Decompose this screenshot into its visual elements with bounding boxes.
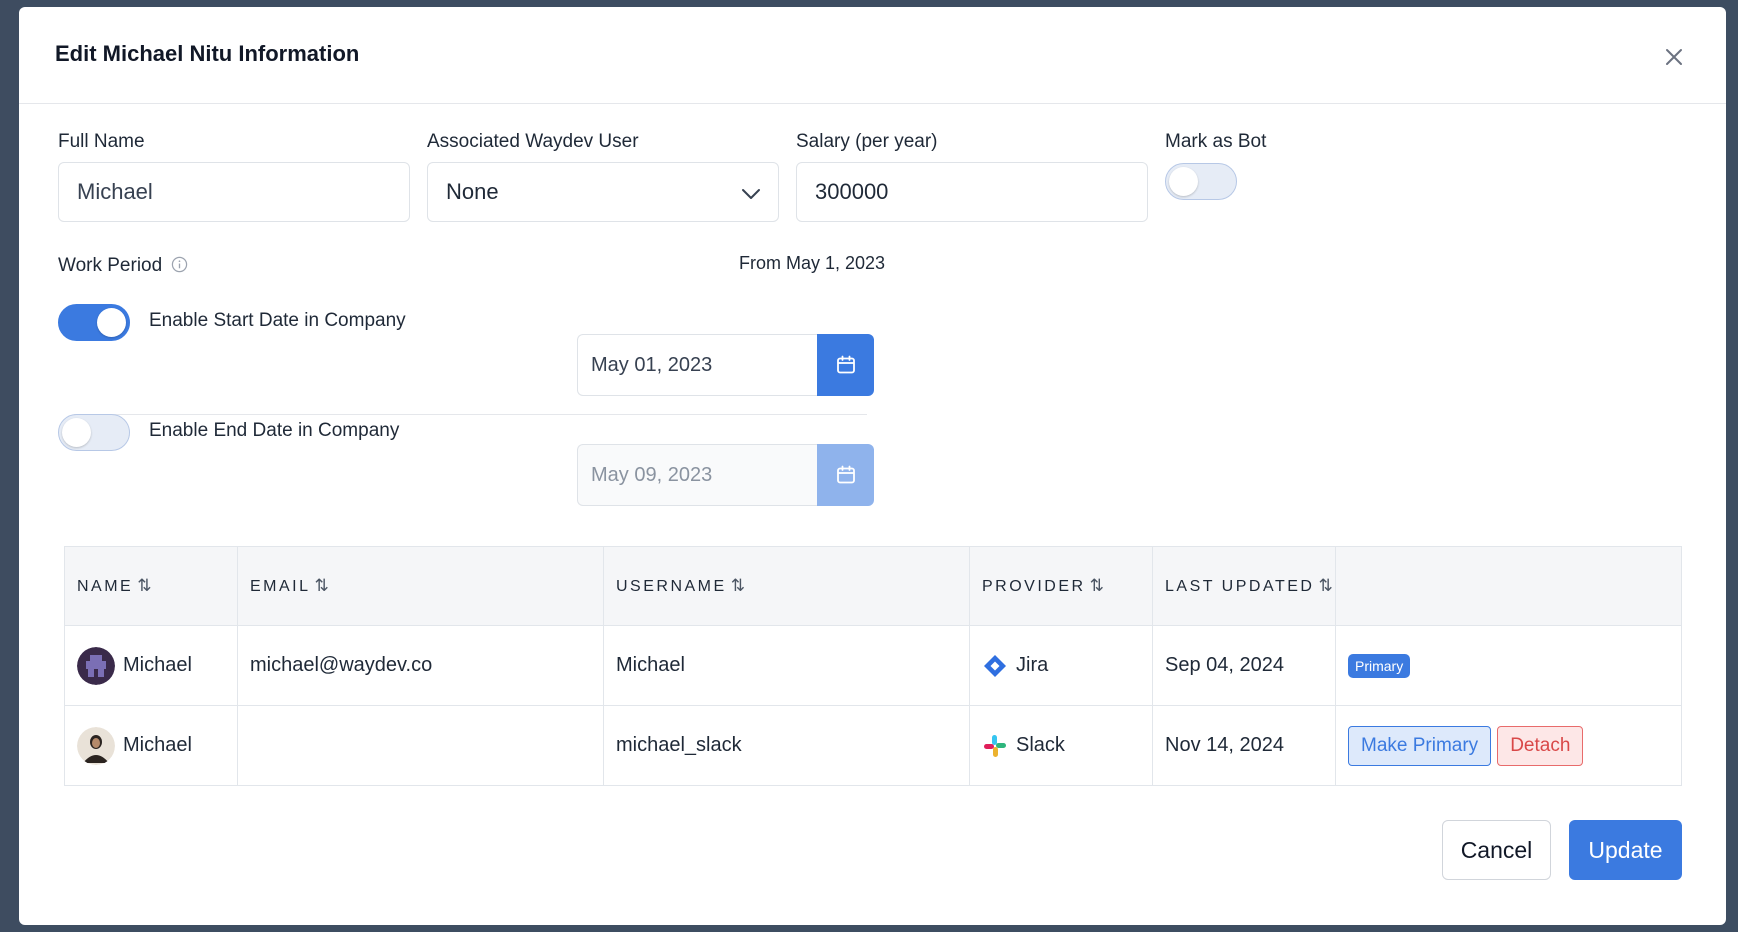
associated-user-value: None — [446, 179, 499, 204]
full-name-value: Michael — [77, 179, 153, 204]
avatar — [77, 726, 115, 765]
provider-name: Jira — [1016, 654, 1049, 676]
work-period-label: Work Period — [58, 255, 188, 277]
edit-user-modal: Edit Michael Nitu Information Full Name … — [19, 7, 1726, 925]
calendar-icon — [817, 444, 874, 506]
email-cell — [237, 705, 604, 786]
sort-icon: ⇅ — [137, 576, 152, 595]
modal-title: Edit Michael Nitu Information — [55, 41, 360, 66]
username-cell: Michael — [603, 625, 970, 706]
slack-icon — [984, 734, 1006, 757]
associated-user-select[interactable]: None — [427, 162, 779, 222]
work-period-text: Work Period — [58, 255, 163, 276]
start-date-picker: May 01, 2023 — [577, 334, 874, 396]
mark-bot-label: Mark as Bot — [1165, 131, 1267, 152]
username-cell: michael_slack — [603, 705, 970, 786]
toggle-knob — [62, 418, 91, 447]
row-name: Michael — [123, 734, 192, 756]
close-icon[interactable] — [1662, 45, 1686, 69]
calendar-icon[interactable] — [817, 334, 874, 396]
header-label: NAME — [77, 578, 134, 595]
avatar — [77, 646, 115, 685]
actions-cell: Make Primary Detach — [1335, 705, 1682, 786]
name-cell: Michael — [64, 705, 238, 786]
detach-button[interactable]: Detach — [1497, 725, 1584, 766]
make-primary-button[interactable]: Make Primary — [1348, 725, 1492, 766]
last-updated-cell: Sep 04, 2024 — [1152, 625, 1336, 706]
header-label: EMAIL — [250, 578, 311, 595]
provider-cell: Slack — [969, 705, 1153, 786]
toggle-knob — [97, 308, 126, 337]
sort-icon: ⇅ — [314, 576, 329, 595]
modal-header: Edit Michael Nitu Information — [19, 7, 1726, 104]
end-date-input: May 09, 2023 — [577, 444, 817, 506]
table-row: Michael michael_slack Slack Nov 14, 2024… — [64, 705, 1682, 786]
last-updated-cell: Nov 14, 2024 — [1152, 705, 1336, 786]
column-header-username[interactable]: USERNAME ⇅ — [603, 546, 970, 626]
name-cell: Michael — [64, 625, 238, 706]
provider-name: Slack — [1016, 734, 1065, 756]
salary-input[interactable]: 300000 — [796, 162, 1148, 222]
full-name-input[interactable]: Michael — [58, 162, 410, 222]
start-date-input[interactable]: May 01, 2023 — [577, 334, 817, 396]
from-date-text: From May 1, 2023 — [739, 253, 886, 273]
background-sidebar — [0, 0, 20, 932]
header-label: PROVIDER — [982, 578, 1086, 595]
row-name: Michael — [123, 654, 192, 676]
start-date-label: Enable Start Date in Company — [149, 310, 406, 331]
column-header-email[interactable]: EMAIL ⇅ — [237, 546, 604, 626]
column-header-last-updated[interactable]: LAST UPDATED ⇅ — [1152, 546, 1336, 626]
primary-badge: Primary — [1348, 653, 1411, 678]
provider-cell: Jira — [969, 625, 1153, 706]
end-date-toggle[interactable] — [58, 414, 130, 451]
salary-value: 300000 — [815, 179, 889, 204]
start-date-toggle[interactable] — [58, 304, 130, 341]
header-label: LAST UPDATED — [1165, 578, 1315, 595]
end-date-picker: May 09, 2023 — [577, 444, 874, 506]
end-date-label: Enable End Date in Company — [149, 420, 400, 441]
salary-label: Salary (per year) — [796, 131, 938, 152]
update-button[interactable]: Update — [1569, 820, 1682, 880]
full-name-label: Full Name — [58, 131, 145, 152]
associated-user-label: Associated Waydev User — [427, 131, 639, 152]
cancel-button[interactable]: Cancel — [1442, 820, 1551, 880]
toggle-knob — [1169, 167, 1198, 196]
mark-bot-toggle[interactable] — [1165, 163, 1237, 200]
actions-cell: Primary — [1335, 625, 1682, 706]
column-header-provider[interactable]: PROVIDER ⇅ — [969, 546, 1153, 626]
column-header-name[interactable]: NAME ⇅ — [64, 546, 238, 626]
table-row: Michael michael@waydev.co Michael Jira S… — [64, 625, 1682, 706]
chevron-down-icon — [742, 189, 760, 199]
sort-icon: ⇅ — [1089, 576, 1104, 595]
info-icon[interactable] — [171, 256, 188, 273]
table-header-row: NAME ⇅ EMAIL ⇅ USERNAME ⇅ PROVIDER ⇅ LAST UP… — [64, 546, 1682, 626]
sort-icon: ⇅ — [1318, 576, 1333, 595]
sort-icon: ⇅ — [730, 576, 745, 595]
header-label: USERNAME — [616, 578, 727, 595]
divider — [74, 414, 867, 415]
email-cell: michael@waydev.co — [237, 625, 604, 706]
column-header-actions — [1335, 546, 1682, 626]
identities-table: NAME ⇅ EMAIL ⇅ USERNAME ⇅ PROVIDER ⇅ LAST UP… — [64, 546, 1682, 786]
jira-icon — [984, 654, 1006, 677]
